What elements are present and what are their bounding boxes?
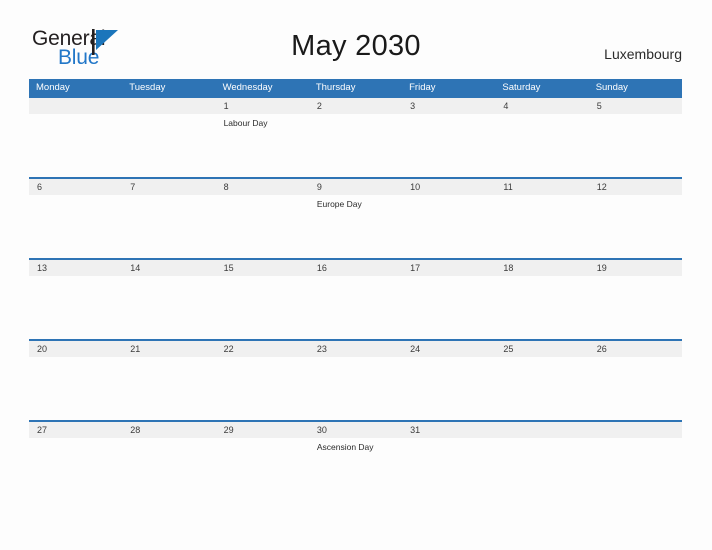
day-event xyxy=(402,357,495,420)
day-event xyxy=(216,195,309,258)
day-event xyxy=(402,195,495,258)
day-number[interactable]: 14 xyxy=(122,260,215,276)
page-header: General Blue May 2030 Luxembourg xyxy=(0,0,712,80)
week-event-band xyxy=(29,357,682,420)
day-event xyxy=(29,195,122,258)
week-event-band: Ascension Day xyxy=(29,438,682,501)
day-number[interactable]: 20 xyxy=(29,341,122,357)
week-row: 6 7 8 9 10 11 12 Europe Day xyxy=(29,177,682,258)
day-number[interactable]: 26 xyxy=(589,341,682,357)
week-date-band: 27 28 29 30 31 xyxy=(29,422,682,438)
week-row: 13 14 15 16 17 18 19 xyxy=(29,258,682,339)
day-number[interactable]: 16 xyxy=(309,260,402,276)
day-number[interactable]: 21 xyxy=(122,341,215,357)
day-event xyxy=(495,357,588,420)
day-header-saturday: Saturday xyxy=(502,82,541,93)
day-event xyxy=(495,114,588,177)
day-number[interactable]: 10 xyxy=(402,179,495,195)
day-number[interactable]: 8 xyxy=(216,179,309,195)
day-event xyxy=(402,438,495,501)
day-number[interactable] xyxy=(122,98,215,114)
day-number[interactable]: 1 xyxy=(216,98,309,114)
week-event-band xyxy=(29,276,682,339)
day-event xyxy=(495,195,588,258)
calendar-grid: Monday Tuesday Wednesday Thursday Friday… xyxy=(29,79,682,501)
week-date-band: 1 2 3 4 5 xyxy=(29,98,682,114)
day-event xyxy=(122,195,215,258)
week-row: 20 21 22 23 24 25 26 xyxy=(29,339,682,420)
week-date-band: 6 7 8 9 10 11 12 xyxy=(29,179,682,195)
day-event xyxy=(29,114,122,177)
day-event: Europe Day xyxy=(316,199,362,209)
day-header-wednesday: Wednesday xyxy=(222,82,273,93)
day-header-friday: Friday xyxy=(409,82,436,93)
day-event: Labour Day xyxy=(223,118,268,128)
day-number[interactable]: 24 xyxy=(402,341,495,357)
week-date-band: 20 21 22 23 24 25 26 xyxy=(29,341,682,357)
day-number[interactable] xyxy=(29,98,122,114)
day-header-thursday: Thursday xyxy=(315,82,356,93)
day-number[interactable]: 15 xyxy=(216,260,309,276)
day-number[interactable]: 2 xyxy=(309,98,402,114)
day-event: Ascension Day xyxy=(316,442,374,452)
day-number[interactable]: 11 xyxy=(495,179,588,195)
day-number[interactable]: 12 xyxy=(589,179,682,195)
day-number[interactable]: 6 xyxy=(29,179,122,195)
day-event xyxy=(495,438,588,501)
day-event xyxy=(29,438,122,501)
day-of-week-header: Monday Tuesday Wednesday Thursday Friday… xyxy=(29,79,682,96)
day-number[interactable]: 19 xyxy=(589,260,682,276)
day-event xyxy=(216,276,309,339)
day-number[interactable]: 27 xyxy=(29,422,122,438)
day-number[interactable]: 30 xyxy=(309,422,402,438)
day-number[interactable]: 4 xyxy=(495,98,588,114)
week-row: 27 28 29 30 31 Ascension Day xyxy=(29,420,682,501)
day-number[interactable]: 17 xyxy=(402,260,495,276)
day-event xyxy=(402,276,495,339)
day-header-monday: Monday xyxy=(36,82,70,93)
day-number[interactable]: 5 xyxy=(589,98,682,114)
country-label: Luxembourg xyxy=(604,46,682,62)
day-number[interactable]: 9 xyxy=(309,179,402,195)
day-number[interactable]: 23 xyxy=(309,341,402,357)
week-event-band: Europe Day xyxy=(29,195,682,258)
day-event xyxy=(29,276,122,339)
day-number[interactable]: 3 xyxy=(402,98,495,114)
day-number[interactable]: 13 xyxy=(29,260,122,276)
week-date-band: 13 14 15 16 17 18 19 xyxy=(29,260,682,276)
day-event xyxy=(216,357,309,420)
day-event xyxy=(309,276,402,339)
day-header-tuesday: Tuesday xyxy=(129,82,166,93)
day-number[interactable] xyxy=(495,422,588,438)
week-row: 1 2 3 4 5 Labour Day xyxy=(29,96,682,177)
day-event xyxy=(29,357,122,420)
day-event xyxy=(122,114,215,177)
day-event xyxy=(589,276,682,339)
day-event xyxy=(402,114,495,177)
day-event xyxy=(589,195,682,258)
day-event xyxy=(216,438,309,501)
day-event xyxy=(309,114,402,177)
day-header-sunday: Sunday xyxy=(595,82,628,93)
day-event xyxy=(589,114,682,177)
day-event xyxy=(495,276,588,339)
day-event xyxy=(122,276,215,339)
week-event-band: Labour Day xyxy=(29,114,682,177)
day-number[interactable]: 22 xyxy=(216,341,309,357)
day-number[interactable] xyxy=(589,422,682,438)
day-event xyxy=(122,357,215,420)
day-event xyxy=(122,438,215,501)
day-number[interactable]: 25 xyxy=(495,341,588,357)
day-number[interactable]: 18 xyxy=(495,260,588,276)
day-number[interactable]: 29 xyxy=(216,422,309,438)
day-number[interactable]: 31 xyxy=(402,422,495,438)
day-event xyxy=(589,357,682,420)
day-event xyxy=(589,438,682,501)
day-number[interactable]: 7 xyxy=(122,179,215,195)
day-number[interactable]: 28 xyxy=(122,422,215,438)
day-event xyxy=(309,357,402,420)
